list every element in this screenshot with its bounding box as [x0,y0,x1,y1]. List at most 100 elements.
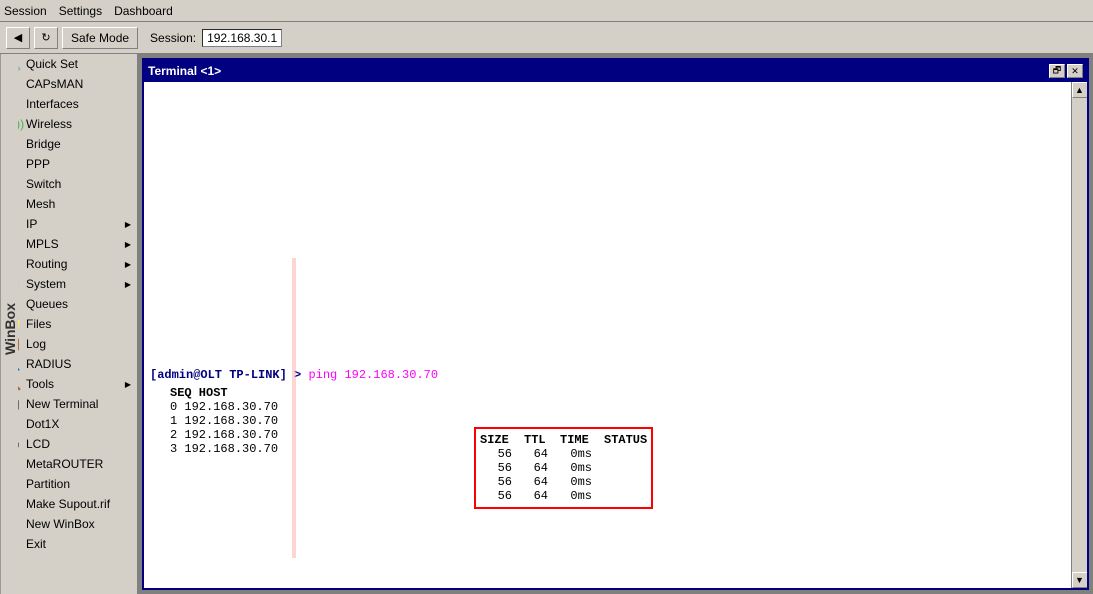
ping-header-time: TIME [560,433,592,447]
ping-header-size: SIZE [480,433,512,447]
sidebar-item-make-supout[interactable]: ⬇ Make Supout.rif [0,494,137,514]
ping-row1-ttl: 64 [524,461,548,475]
sidebar-label-capsman: CAPsMAN [26,77,83,91]
sidebar-label-interfaces: Interfaces [26,97,79,111]
sidebar-label-partition: Partition [26,477,70,491]
sidebar-label-tools: Tools [26,377,54,391]
content-area: Terminal <1> 🗗 ✕ [admin@OLT TP-LINK] > p… [138,54,1093,594]
ping-row0-size: 56 [480,447,512,461]
sidebar-item-metarouter[interactable]: ⊡ MetaROUTER [0,454,137,474]
seq-2-host: 192.168.30.70 [184,428,278,442]
seq-row-1: 1 192.168.30.70 [170,414,1065,428]
ping-row2-size: 56 [480,475,512,489]
menu-settings[interactable]: Settings [59,4,102,18]
sidebar-item-exit[interactable]: ✕ Exit [0,534,137,554]
sidebar-item-system[interactable]: ⚙ System [0,274,137,294]
menu-session[interactable]: Session [4,4,47,18]
winbox-label: WinBox [0,54,18,594]
sidebar-item-tools[interactable]: 🔨 Tools [0,374,137,394]
sidebar-label-switch: Switch [26,177,61,191]
main-layout: 🔧 Quick Set ■ CAPsMAN ⊞ Interfaces ((•))… [0,54,1093,594]
sidebar-label-routing: Routing [26,257,67,271]
sidebar-item-mesh[interactable]: ● Mesh [0,194,137,214]
sidebar-item-mpls[interactable]: ⊡ MPLS [0,234,137,254]
sidebar-label-lcd: LCD [26,437,50,451]
sidebar-item-log[interactable]: 📋 Log [0,334,137,354]
toolbar: ◀ ↻ Safe Mode Session: 192.168.30.1 [0,22,1093,54]
sidebar-item-files[interactable]: 📁 Files [0,314,137,334]
sidebar-item-routing[interactable]: ↗ Routing [0,254,137,274]
sidebar-item-queues[interactable]: ≡ Queues [0,294,137,314]
seq-col-header: SEQ HOST [170,386,228,400]
ping-row2-time: 0ms [560,475,592,489]
ping-row0-time: 0ms [560,447,592,461]
sidebar-label-radius: RADIUS [26,357,71,371]
menu-bar: Session Settings Dashboard [0,0,1093,22]
sidebar-label-dot1x: Dot1X [26,417,59,431]
seq-2-seq: 2 [170,428,177,442]
sidebar-label-mpls: MPLS [26,237,59,251]
cursor-indicator [292,82,296,588]
menu-dashboard[interactable]: Dashboard [114,4,173,18]
terminal-command: ping 192.168.30.70 [308,368,438,382]
sidebar-item-bridge[interactable]: ⊓ Bridge [0,134,137,154]
terminal-scrollbar: ▲ ▼ [1071,82,1087,588]
sidebar-label-metarouter: MetaROUTER [26,457,103,471]
ping-header-ttl: TTL [524,433,548,447]
sidebar-item-new-winbox[interactable]: ⊞ New WinBox [0,514,137,534]
ping-row3-time: 0ms [560,489,592,503]
terminal-close-button[interactable]: ✕ [1067,64,1083,78]
sidebar-label-system: System [26,277,66,291]
seq-1-host: 192.168.30.70 [184,414,278,428]
scroll-down-button[interactable]: ▼ [1072,572,1088,588]
sidebar-label-quick-set: Quick Set [26,57,78,71]
safe-mode-button[interactable]: Safe Mode [62,27,138,49]
sidebar-item-dot1x[interactable]: ⊟ Dot1X [0,414,137,434]
seq-0-seq: 0 [170,400,177,414]
sidebar-label-make-supout: Make Supout.rif [26,497,110,511]
forward-button[interactable]: ↻ [34,27,58,49]
scroll-up-button[interactable]: ▲ [1072,82,1088,98]
ping-row3-size: 56 [480,489,512,503]
sidebar-item-quick-set[interactable]: 🔧 Quick Set [0,54,137,74]
sidebar-item-new-terminal[interactable]: ▣ New Terminal [0,394,137,414]
sidebar-label-exit: Exit [26,537,46,551]
sidebar-label-new-terminal: New Terminal [26,397,98,411]
sidebar-item-radius[interactable]: 👤 RADIUS [0,354,137,374]
cmd-line: [admin@OLT TP-LINK] > ping 192.168.30.70 [150,368,1065,382]
sidebar-label-queues: Queues [26,297,68,311]
seq-1-seq: 1 [170,414,177,428]
sidebar-item-partition[interactable]: ⊘ Partition [0,474,137,494]
sidebar-item-interfaces[interactable]: ⊞ Interfaces [0,94,137,114]
sidebar-item-capsman[interactable]: ■ CAPsMAN [0,74,137,94]
seq-header: SEQ HOST [170,386,1065,400]
refresh-icon: ↻ [41,31,50,44]
session-value: 192.168.30.1 [202,29,282,47]
ping-header-status: STATUS [604,433,647,447]
terminal-title: Terminal <1> [148,64,221,78]
sidebar-label-bridge: Bridge [26,137,61,151]
sidebar-label-log: Log [26,337,46,351]
terminal-content-wrapper: [admin@OLT TP-LINK] > ping 192.168.30.70… [144,82,1087,588]
back-icon: ◀ [14,31,22,44]
sidebar-item-wireless[interactable]: ((•)) Wireless [0,114,137,134]
sidebar-item-ppp[interactable]: ↔ PPP [0,154,137,174]
terminal-restore-button[interactable]: 🗗 [1049,64,1065,78]
ping-row1-size: 56 [480,461,512,475]
sidebar-label-ppp: PPP [26,157,50,171]
back-button[interactable]: ◀ [6,27,30,49]
sidebar-label-new-winbox: New WinBox [26,517,95,531]
scroll-track[interactable] [1072,98,1088,572]
sidebar-item-ip[interactable]: ⊞ IP [0,214,137,234]
restore-icon: 🗗 [1053,63,1061,79]
sidebar-item-lcd[interactable]: ▭ LCD [0,434,137,454]
ping-row3-ttl: 64 [524,489,548,503]
terminal-body[interactable]: [admin@OLT TP-LINK] > ping 192.168.30.70… [144,82,1071,588]
seq-3-seq: 3 [170,442,177,456]
sidebar-label-files: Files [26,317,51,331]
terminal-prompt: [admin@OLT TP-LINK] > [150,368,308,382]
close-icon: ✕ [1071,66,1079,77]
sidebar-label-mesh: Mesh [26,197,55,211]
sidebar-item-switch[interactable]: ⊞ Switch [0,174,137,194]
seq-row-0: 0 192.168.30.70 [170,400,1065,414]
